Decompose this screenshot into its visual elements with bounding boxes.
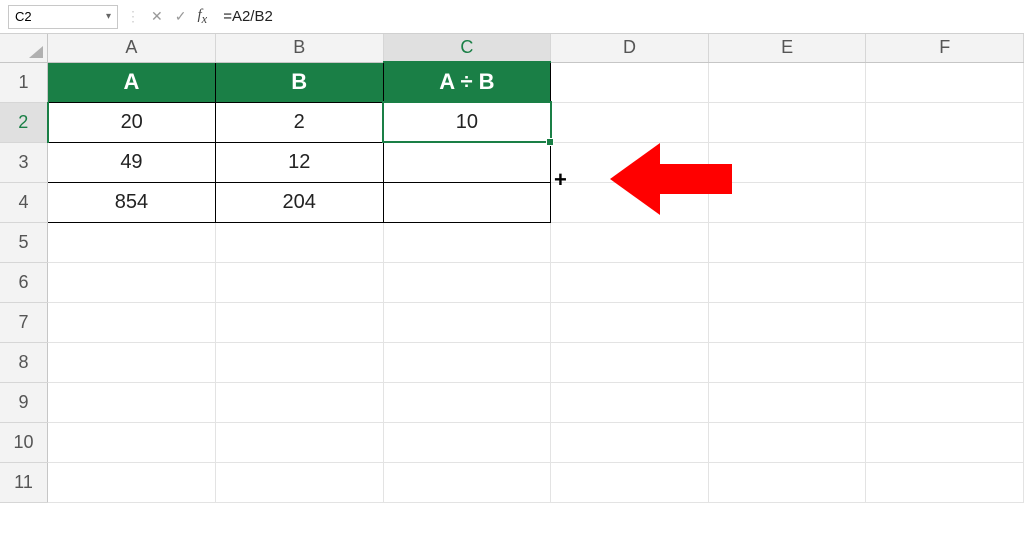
cell-B3[interactable]: 12 bbox=[215, 142, 383, 182]
cell-B5[interactable] bbox=[215, 222, 383, 262]
separator: ⋮ bbox=[124, 8, 142, 25]
cell-C2-value: 10 bbox=[456, 111, 478, 133]
cell-E11[interactable] bbox=[708, 462, 866, 502]
cell-A2[interactable]: 20 bbox=[48, 102, 216, 142]
cell-D11[interactable] bbox=[551, 462, 709, 502]
cell-F11[interactable] bbox=[866, 462, 1024, 502]
cell-B6[interactable] bbox=[215, 262, 383, 302]
row-header-5[interactable]: 5 bbox=[0, 222, 48, 262]
cell-C1[interactable]: A ÷ B bbox=[383, 62, 551, 102]
col-header-E[interactable]: E bbox=[708, 34, 866, 62]
formula-input[interactable] bbox=[217, 6, 1016, 27]
cell-F9[interactable] bbox=[866, 382, 1024, 422]
cell-D1[interactable] bbox=[551, 62, 709, 102]
sheet-table: A B C D E F 1 A B A ÷ B 2 20 2 10 3 49 1… bbox=[0, 34, 1024, 503]
name-box-value: C2 bbox=[15, 9, 32, 24]
cell-B1[interactable]: B bbox=[215, 62, 383, 102]
cell-E8[interactable] bbox=[708, 342, 866, 382]
cell-A3[interactable]: 49 bbox=[48, 142, 216, 182]
col-header-F[interactable]: F bbox=[866, 34, 1024, 62]
cell-D6[interactable] bbox=[551, 262, 709, 302]
cell-E2[interactable] bbox=[708, 102, 866, 142]
row-header-8[interactable]: 8 bbox=[0, 342, 48, 382]
cell-C5[interactable] bbox=[383, 222, 551, 262]
cell-A7[interactable] bbox=[48, 302, 216, 342]
cell-C3[interactable] bbox=[383, 142, 551, 182]
cell-E7[interactable] bbox=[708, 302, 866, 342]
row-header-7[interactable]: 7 bbox=[0, 302, 48, 342]
cancel-formula-icon[interactable]: ✕ bbox=[148, 8, 166, 25]
cell-F3[interactable] bbox=[866, 142, 1024, 182]
cell-D5[interactable] bbox=[551, 222, 709, 262]
cell-F1[interactable] bbox=[866, 62, 1024, 102]
cell-C4[interactable] bbox=[383, 182, 551, 222]
accept-formula-icon[interactable]: ✓ bbox=[172, 8, 190, 25]
cell-F4[interactable] bbox=[866, 182, 1024, 222]
name-box[interactable]: C2 ▾ bbox=[8, 5, 118, 29]
cell-C2[interactable]: 10 bbox=[383, 102, 551, 142]
row-header-2[interactable]: 2 bbox=[0, 102, 48, 142]
cell-A4[interactable]: 854 bbox=[48, 182, 216, 222]
cell-A6[interactable] bbox=[48, 262, 216, 302]
cell-F7[interactable] bbox=[866, 302, 1024, 342]
cell-A5[interactable] bbox=[48, 222, 216, 262]
cell-E5[interactable] bbox=[708, 222, 866, 262]
cell-A1[interactable]: A bbox=[48, 62, 216, 102]
fill-handle[interactable] bbox=[546, 138, 554, 146]
cell-E3[interactable] bbox=[708, 142, 866, 182]
cell-A8[interactable] bbox=[48, 342, 216, 382]
row-header-9[interactable]: 9 bbox=[0, 382, 48, 422]
cell-B9[interactable] bbox=[215, 382, 383, 422]
col-header-A[interactable]: A bbox=[48, 34, 216, 62]
cell-F10[interactable] bbox=[866, 422, 1024, 462]
cell-D2[interactable] bbox=[551, 102, 709, 142]
cell-D7[interactable] bbox=[551, 302, 709, 342]
col-header-C[interactable]: C bbox=[383, 34, 551, 62]
row-header-3[interactable]: 3 bbox=[0, 142, 48, 182]
cell-C7[interactable] bbox=[383, 302, 551, 342]
cell-E9[interactable] bbox=[708, 382, 866, 422]
cell-F6[interactable] bbox=[866, 262, 1024, 302]
col-header-B[interactable]: B bbox=[215, 34, 383, 62]
cell-B10[interactable] bbox=[215, 422, 383, 462]
spreadsheet-grid: A B C D E F 1 A B A ÷ B 2 20 2 10 3 49 1… bbox=[0, 34, 1024, 503]
cell-F8[interactable] bbox=[866, 342, 1024, 382]
select-all-corner[interactable] bbox=[0, 34, 48, 62]
cell-A9[interactable] bbox=[48, 382, 216, 422]
fx-icon[interactable]: fx bbox=[195, 7, 211, 27]
cell-D10[interactable] bbox=[551, 422, 709, 462]
cell-A11[interactable] bbox=[48, 462, 216, 502]
cell-C11[interactable] bbox=[383, 462, 551, 502]
cell-C9[interactable] bbox=[383, 382, 551, 422]
col-header-D[interactable]: D bbox=[551, 34, 709, 62]
cell-B11[interactable] bbox=[215, 462, 383, 502]
chevron-down-icon[interactable]: ▾ bbox=[106, 11, 111, 22]
cell-D8[interactable] bbox=[551, 342, 709, 382]
cell-B8[interactable] bbox=[215, 342, 383, 382]
formula-bar: C2 ▾ ⋮ ✕ ✓ fx bbox=[0, 0, 1024, 34]
cell-F5[interactable] bbox=[866, 222, 1024, 262]
cell-C6[interactable] bbox=[383, 262, 551, 302]
cell-B4[interactable]: 204 bbox=[215, 182, 383, 222]
cell-E4[interactable] bbox=[708, 182, 866, 222]
cell-A10[interactable] bbox=[48, 422, 216, 462]
cell-C10[interactable] bbox=[383, 422, 551, 462]
cell-B7[interactable] bbox=[215, 302, 383, 342]
cell-D9[interactable] bbox=[551, 382, 709, 422]
cell-C8[interactable] bbox=[383, 342, 551, 382]
cell-D4[interactable] bbox=[551, 182, 709, 222]
row-header-10[interactable]: 10 bbox=[0, 422, 48, 462]
cell-F2[interactable] bbox=[866, 102, 1024, 142]
cell-E10[interactable] bbox=[708, 422, 866, 462]
cell-E1[interactable] bbox=[708, 62, 866, 102]
row-header-11[interactable]: 11 bbox=[0, 462, 48, 502]
cell-E6[interactable] bbox=[708, 262, 866, 302]
cell-B2[interactable]: 2 bbox=[215, 102, 383, 142]
row-header-1[interactable]: 1 bbox=[0, 62, 48, 102]
cell-D3[interactable] bbox=[551, 142, 709, 182]
row-header-4[interactable]: 4 bbox=[0, 182, 48, 222]
row-header-6[interactable]: 6 bbox=[0, 262, 48, 302]
